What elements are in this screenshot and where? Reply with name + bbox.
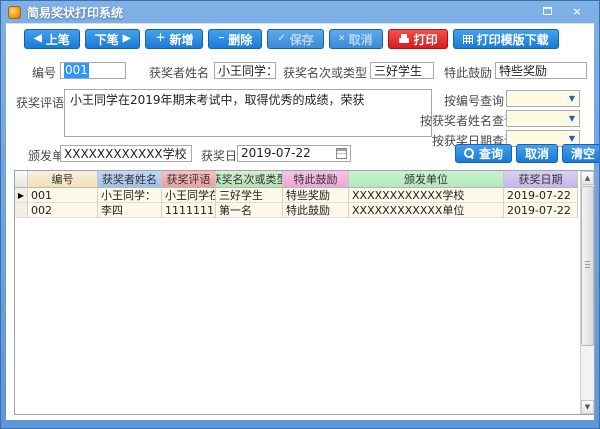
table-row[interactable]: 002 李四 111111111 第一名 特此鼓励 XXXXXXXXXXXX单位…: [15, 203, 594, 218]
row-indicator: ▶: [15, 188, 28, 203]
check-icon: ✓: [277, 34, 285, 44]
id-label: 编号: [32, 64, 56, 81]
query-by-id-combo[interactable]: ▼: [506, 90, 580, 107]
cell-comment[interactable]: 小王同学在: [162, 188, 216, 203]
app-icon: [8, 6, 21, 19]
cell-type[interactable]: 第一名: [216, 203, 283, 218]
award-date-value: 2019-07-22: [241, 146, 311, 161]
id-input[interactable]: 001: [60, 62, 126, 79]
comment-textarea[interactable]: 小王同学在2019年期末考试中，取得优秀的成绩，荣获: [64, 89, 432, 137]
query-by-id-label: 按编号查询: [444, 92, 504, 109]
header-type[interactable]: 获奖名次或类型: [216, 171, 283, 188]
app-window: 简易奖状打印系统 × ◀上笔 下笔▶ ＋新增 −删除 ✓保存 ×取消 打印 打印…: [0, 0, 600, 429]
search-icon: [464, 148, 475, 159]
cell-id[interactable]: 002: [28, 203, 98, 218]
encourage-label: 特此鼓励: [444, 64, 492, 81]
header-unit[interactable]: 颁发单位: [349, 171, 504, 188]
id-value-selected: 001: [64, 63, 89, 78]
cell-name[interactable]: 李四: [98, 203, 162, 218]
issuer-input[interactable]: [60, 145, 192, 162]
award-type-input[interactable]: [370, 62, 434, 79]
cell-name[interactable]: 小王同学：: [98, 188, 162, 203]
header-date[interactable]: 获奖日期: [504, 171, 578, 188]
next-record-button[interactable]: 下笔▶: [85, 29, 141, 49]
comment-label: 获奖评语: [16, 94, 64, 111]
query-cancel-button[interactable]: 取消: [516, 144, 558, 163]
restore-icon: [543, 7, 552, 15]
close-button[interactable]: ×: [569, 4, 585, 18]
cell-date[interactable]: 2019-07-22: [504, 203, 578, 218]
restore-button[interactable]: [539, 4, 555, 18]
arrow-left-icon: ◀: [34, 34, 42, 44]
toolbar: ◀上笔 下笔▶ ＋新增 −删除 ✓保存 ×取消 打印 打印模版下载: [24, 29, 559, 49]
cell-encourage[interactable]: 特此鼓励: [283, 203, 349, 218]
winner-name-input[interactable]: [214, 62, 276, 79]
arrow-right-icon: ▶: [123, 34, 131, 44]
clear-button[interactable]: 清空: [562, 144, 600, 163]
table-header-row: 编号 获奖者姓名 获奖评语 获奖名次或类型 特此鼓励 颁发单位 获奖日期: [15, 171, 594, 188]
header-name[interactable]: 获奖者姓名: [98, 171, 162, 188]
template-download-button[interactable]: 打印模版下载: [453, 29, 559, 49]
client-area: ◀上笔 下笔▶ ＋新增 −删除 ✓保存 ×取消 打印 打印模版下载 编号 001…: [6, 23, 594, 420]
cell-encourage[interactable]: 特些奖励: [283, 188, 349, 203]
query-by-name-combo[interactable]: ▼: [506, 110, 580, 127]
header-id[interactable]: 编号: [28, 171, 98, 188]
query-by-name-label: 按获奖者姓名查询: [420, 112, 516, 129]
winner-name-label: 获奖者姓名: [149, 64, 209, 81]
header-comment[interactable]: 获奖评语: [162, 171, 216, 188]
print-button[interactable]: 打印: [388, 29, 448, 49]
records-table: 编号 获奖者姓名 获奖评语 获奖名次或类型 特此鼓励 颁发单位 获奖日期 ▶ 0…: [14, 170, 595, 415]
plus-icon: ＋: [155, 34, 165, 44]
save-button[interactable]: ✓保存: [267, 29, 323, 49]
chevron-down-icon: ▼: [569, 94, 575, 103]
cancel-button[interactable]: ×取消: [329, 29, 383, 49]
scroll-up-icon[interactable]: ▲: [581, 171, 594, 185]
titlebar[interactable]: 简易奖状打印系统 ×: [1, 1, 599, 23]
calendar-icon[interactable]: [336, 148, 347, 159]
cell-comment[interactable]: 111111111: [162, 203, 216, 218]
printer-icon: [398, 34, 410, 45]
table-scrollbar[interactable]: ▲ ▼: [580, 171, 594, 414]
table-row[interactable]: ▶ 001 小王同学： 小王同学在 三好学生 特些奖励 XXXXXXXXXXXX…: [15, 188, 594, 203]
search-button[interactable]: 查询: [455, 144, 512, 163]
close-icon: ×: [572, 5, 581, 18]
query-button-group: 查询 取消 清空: [455, 144, 600, 163]
delete-button[interactable]: −删除: [208, 29, 262, 49]
scroll-down-icon[interactable]: ▼: [581, 400, 594, 414]
cell-unit[interactable]: XXXXXXXXXXXX学校: [349, 188, 504, 203]
minus-icon: −: [218, 34, 224, 44]
cell-unit[interactable]: XXXXXXXXXXXX单位: [349, 203, 504, 218]
header-selector: [15, 171, 28, 188]
chevron-down-icon: ▼: [569, 134, 575, 143]
cell-type[interactable]: 三好学生: [216, 188, 283, 203]
award-date-input[interactable]: 2019-07-22: [237, 145, 351, 162]
header-encourage[interactable]: 特此鼓励: [283, 171, 349, 188]
cell-date[interactable]: 2019-07-22: [504, 188, 578, 203]
grid-icon: [463, 35, 473, 44]
window-title: 简易奖状打印系统: [27, 4, 123, 21]
x-icon: ×: [339, 34, 345, 44]
prev-record-button[interactable]: ◀上笔: [24, 29, 80, 49]
scrollbar-thumb[interactable]: [581, 186, 594, 346]
encourage-input[interactable]: [495, 62, 587, 79]
chevron-down-icon: ▼: [569, 114, 575, 123]
cell-id[interactable]: 001: [28, 188, 98, 203]
add-button[interactable]: ＋新增: [145, 29, 203, 49]
row-indicator: [15, 203, 28, 218]
award-type-label: 获奖名次或类型: [283, 64, 367, 81]
